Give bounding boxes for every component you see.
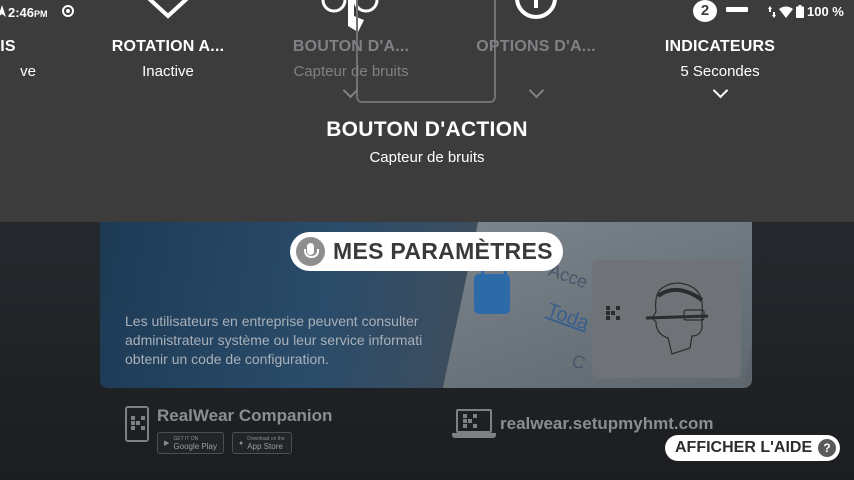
play-store-icon: ▶ (164, 440, 170, 447)
question-icon: ? (818, 439, 836, 457)
phone-icon (125, 406, 149, 442)
power-icon (515, 0, 557, 19)
tile-value: 5 Secondes (680, 63, 760, 80)
chevron-down-icon[interactable] (712, 82, 729, 99)
battery-icon (796, 5, 804, 18)
status-right: 100 % (768, 4, 844, 19)
ampm-text: PM (34, 9, 48, 19)
tile-value: Inactive (142, 63, 194, 80)
detail-title: BOUTON D'ACTION (326, 118, 528, 141)
laptop-icon (452, 409, 496, 439)
tile-value: ve (20, 63, 36, 80)
tile-indicators[interactable]: INDICATEURS 5 Secondes (650, 38, 790, 80)
companion-title: RealWear Companion (157, 406, 333, 425)
microphone-icon (296, 237, 325, 266)
tile-label: IS (0, 38, 16, 55)
qr-code-icon (131, 416, 145, 430)
app-store-badge: ● Download on the App Store (231, 432, 292, 454)
headset-illustration-card (592, 260, 741, 378)
qr-code-icon (606, 306, 620, 320)
tile-action-button[interactable]: BOUTON D'A... Capteur de bruits (280, 38, 422, 80)
help-label: AFFICHER L'AIDE (675, 439, 813, 456)
tile-label: BOUTON D'A... (292, 38, 410, 55)
tile-action-options[interactable]: OPTIONS D'A... (466, 38, 606, 63)
data-arrows-icon (768, 5, 776, 18)
show-help-button[interactable]: AFFICHER L'AIDE ? (665, 435, 840, 461)
tile-label: ROTATION A... (111, 38, 225, 55)
wifi-icon (779, 6, 793, 18)
battery-text: 100 % (807, 4, 844, 19)
tile-label: OPTIONS D'A... (476, 38, 596, 55)
setup-url: realwear.setupmyhmt.com (500, 414, 714, 433)
quick-settings-panel: 2:46PM 2 100 % IS ve ROTATION A... Inact… (0, 0, 854, 222)
briefcase-icon (474, 268, 510, 314)
detail-subtitle: Capteur de bruits (369, 149, 485, 166)
chevron-down-icon (528, 82, 545, 99)
apple-icon: ● (238, 439, 244, 447)
clock: 2:46PM (8, 5, 48, 20)
time-text: 2:46 (8, 5, 35, 20)
store-name: Google Play (173, 441, 217, 451)
my-settings-voice-button[interactable]: MES PARAMÈTRES (290, 232, 563, 271)
enterprise-info-text: Les utilisateurs en entreprise peuvent c… (125, 313, 423, 367)
tile-label: INDICATEURS (664, 38, 776, 55)
store-name: App Store (247, 441, 283, 451)
notification-count-badge: 2 (693, 0, 717, 22)
rotation-icon (147, 0, 189, 19)
tile-detail: BOUTON D'ACTION Capteur de bruits (0, 118, 854, 166)
tile-rotation[interactable]: ROTATION A... Inactive (97, 38, 239, 80)
qr-code-icon (463, 414, 477, 428)
google-play-badge: ▶ GET IT ON Google Play (157, 432, 224, 454)
headset-head-icon (645, 282, 709, 355)
tile-value: Capteur de bruits (293, 63, 409, 80)
minus-icon (726, 7, 748, 12)
record-icon (62, 5, 74, 17)
location-icon (0, 5, 6, 17)
tile-partial[interactable]: IS ve (0, 38, 36, 80)
companion-app-block: RealWear Companion ▶ GET IT ON Google Pla… (125, 406, 332, 454)
voice-prompt-label: MES PARAMÈTRES (333, 238, 553, 264)
